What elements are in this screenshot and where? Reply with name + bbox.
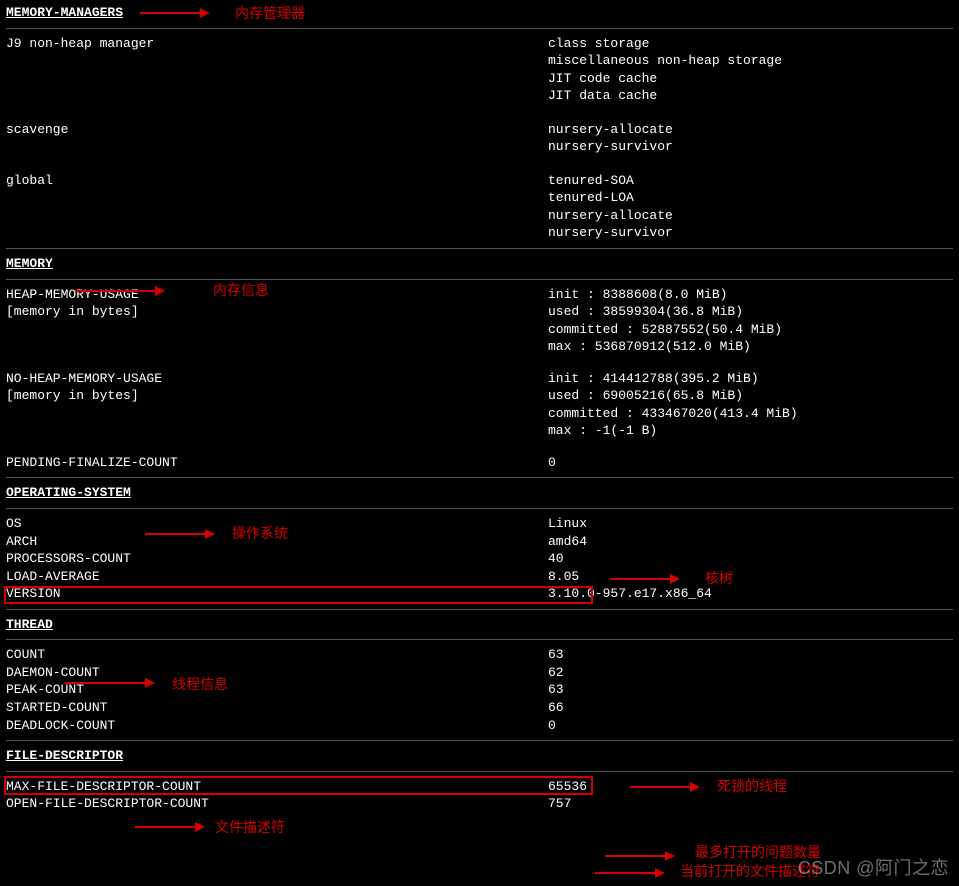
noheap-line: committed : 433467020(413.4 MiB): [548, 405, 953, 423]
os-header: OPERATING-SYSTEM: [6, 484, 131, 502]
divider: [6, 28, 953, 29]
kv-key: LOAD-AVERAGE: [6, 568, 548, 586]
os-row: LOAD-AVERAGE8.05: [6, 568, 953, 586]
kv-key: ARCH: [6, 533, 548, 551]
fd-row: OPEN-FILE-DESCRIPTOR-COUNT757: [6, 795, 953, 813]
kv-key: VERSION: [6, 585, 548, 603]
noheap-line: used : 69005216(65.8 MiB): [548, 387, 953, 405]
memory-manager-item: JIT code cache: [548, 70, 953, 88]
heap-line: init : 8388608(8.0 MiB): [548, 286, 953, 304]
heap-line: committed : 52887552(50.4 MiB): [548, 321, 953, 339]
divider: [6, 639, 953, 640]
anno-fd: 文件描述符: [215, 818, 285, 837]
noheap-label: NO-HEAP-MEMORY-USAGE: [6, 370, 548, 388]
kv-value: 40: [548, 550, 953, 568]
kv-key: OPEN-FILE-DESCRIPTOR-COUNT: [6, 795, 548, 813]
watermark: CSDN @阿门之恋: [798, 856, 949, 880]
kv-key: PEAK-COUNT: [6, 681, 548, 699]
noheap-line: max : -1(-1 B): [548, 422, 953, 440]
os-row: ARCHamd64: [6, 533, 953, 551]
heap-label: HEAP-MEMORY-USAGE: [6, 286, 548, 304]
kv-key: PROCESSORS-COUNT: [6, 550, 548, 568]
memory-header: MEMORY: [6, 255, 53, 273]
arrow-icon: [135, 820, 205, 834]
memory-manager-item: nursery-allocate: [548, 207, 953, 225]
memory-manager-name: global: [6, 172, 548, 242]
noheap-line: init : 414412788(395.2 MiB): [548, 370, 953, 388]
kv-key: STARTED-COUNT: [6, 699, 548, 717]
arrow-icon: [605, 849, 675, 863]
fd-header: FILE-DESCRIPTOR: [6, 747, 123, 765]
kv-value: Linux: [548, 515, 953, 533]
memory-manager-item: nursery-survivor: [548, 138, 953, 156]
memory-manager-item: JIT data cache: [548, 87, 953, 105]
memory-manager-item: nursery-allocate: [548, 121, 953, 139]
kv-value: 66: [548, 699, 953, 717]
fd-row: MAX-FILE-DESCRIPTOR-COUNT65536: [6, 778, 953, 796]
memory-manager-item: miscellaneous non-heap storage: [548, 52, 953, 70]
memory-managers-header: MEMORY-MANAGERS: [6, 4, 123, 22]
kv-key: OS: [6, 515, 548, 533]
memory-manager-item: nursery-survivor: [548, 224, 953, 242]
pending-value: 0: [548, 454, 953, 472]
kv-value: 3.10.0-957.e17.x86_64: [548, 585, 953, 603]
thread-row: COUNT63: [6, 646, 953, 664]
os-row: VERSION3.10.0-957.e17.x86_64: [6, 585, 953, 603]
thread-row: STARTED-COUNT66: [6, 699, 953, 717]
thread-row: DEADLOCK-COUNT0: [6, 717, 953, 735]
kv-value: 63: [548, 646, 953, 664]
heap-line: max : 536870912(512.0 MiB): [548, 338, 953, 356]
thread-row: PEAK-COUNT63: [6, 681, 953, 699]
memory-manager-row: globaltenured-SOAtenured-LOAnursery-allo…: [6, 172, 953, 242]
divider: [6, 477, 953, 478]
heap-line: used : 38599304(36.8 MiB): [548, 303, 953, 321]
os-row: PROCESSORS-COUNT40: [6, 550, 953, 568]
kv-key: COUNT: [6, 646, 548, 664]
divider: [6, 248, 953, 249]
anno-open-fd: 当前打开的文件描述符: [680, 862, 820, 881]
heap-sub: [memory in bytes]: [6, 303, 548, 321]
kv-value: 757: [548, 795, 953, 813]
memory-manager-name: J9 non-heap manager: [6, 35, 548, 105]
memory-manager-name: scavenge: [6, 121, 548, 156]
pending-label: PENDING-FINALIZE-COUNT: [6, 454, 548, 472]
memory-manager-row: scavengenursery-allocatenursery-survivor: [6, 121, 953, 156]
thread-header: THREAD: [6, 616, 53, 634]
kv-value: 65536: [548, 778, 953, 796]
thread-row: DAEMON-COUNT62: [6, 664, 953, 682]
memory-manager-item: class storage: [548, 35, 953, 53]
noheap-sub: [memory in bytes]: [6, 387, 548, 405]
kv-value: 62: [548, 664, 953, 682]
kv-value: 8.05: [548, 568, 953, 586]
arrow-icon: [595, 866, 665, 880]
divider: [6, 740, 953, 741]
memory-manager-item: tenured-LOA: [548, 189, 953, 207]
kv-value: 63: [548, 681, 953, 699]
kv-key: DEADLOCK-COUNT: [6, 717, 548, 735]
kv-value: amd64: [548, 533, 953, 551]
divider: [6, 609, 953, 610]
divider: [6, 771, 953, 772]
memory-manager-row: J9 non-heap managerclass storagemiscella…: [6, 35, 953, 105]
divider: [6, 279, 953, 280]
kv-key: DAEMON-COUNT: [6, 664, 548, 682]
kv-key: MAX-FILE-DESCRIPTOR-COUNT: [6, 778, 548, 796]
os-row: OSLinux: [6, 515, 953, 533]
divider: [6, 508, 953, 509]
kv-value: 0: [548, 717, 953, 735]
anno-max-fd: 最多打开的问题数量: [695, 843, 821, 862]
memory-manager-item: tenured-SOA: [548, 172, 953, 190]
